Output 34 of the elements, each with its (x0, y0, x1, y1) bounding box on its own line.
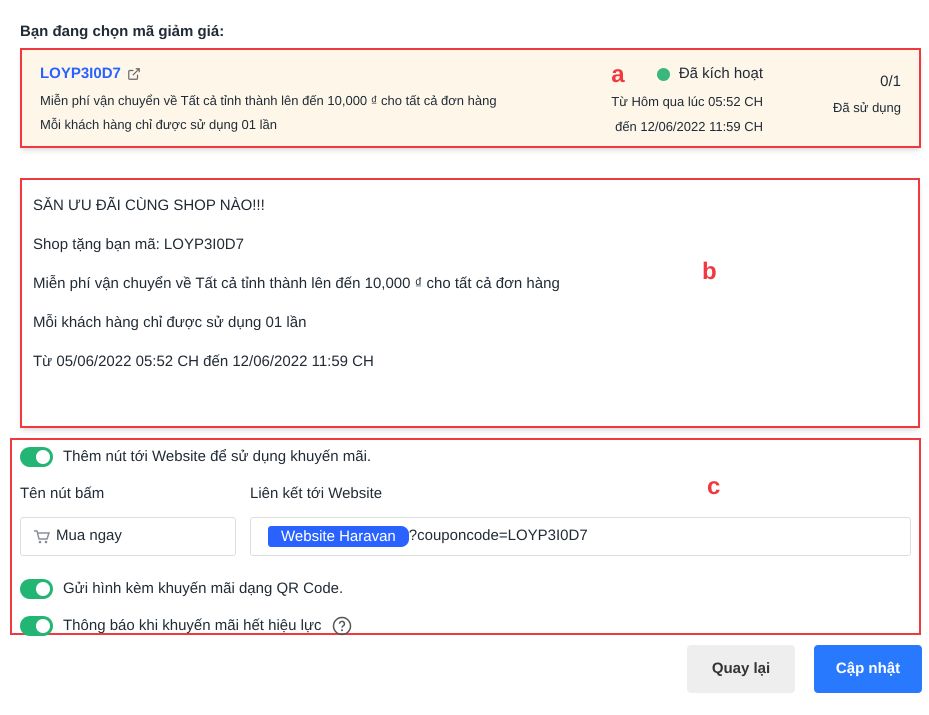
valid-from-text: Từ Hôm qua lúc 05:52 CH (611, 92, 764, 111)
back-button[interactable]: Quay lại (687, 645, 795, 693)
coupon-code-link[interactable]: LOYP3I0D7 (40, 63, 121, 86)
message-line: SĂN ƯU ĐÃI CÙNG SHOP NÀO!!! (33, 196, 266, 216)
message-line: Từ 05/06/2022 05:52 CH đến 12/06/2022 11:59 CH (33, 352, 375, 372)
usage-count: 0/1 (880, 72, 901, 92)
update-button[interactable]: Cập nhật (814, 645, 922, 693)
toggle-switch[interactable] (20, 616, 53, 636)
external-link-icon (126, 67, 141, 82)
message-line: Shop tặng bạn mã: LOYP3I0D7 (33, 235, 245, 255)
annotation-label: c (707, 475, 720, 499)
button-name-field[interactable]: Mua ngay (20, 517, 236, 556)
usage-label: Đã sử dụng (833, 98, 901, 117)
message-line: Mỗi khách hàng chỉ được sử dụng 01 lần (33, 313, 308, 333)
help-icon[interactable] (332, 616, 352, 636)
section-heading: Bạn đang chọn mã giảm giá: (20, 22, 224, 42)
annotation-label: a (611, 63, 625, 87)
link-suffix: ?couponcode=LOYP3I0D7 (408, 526, 588, 546)
status-text: Đã kích hoạt (678, 64, 764, 84)
toggle-label: Gửi hình kèm khuyến mãi dạng QR Code. (63, 579, 344, 599)
toggle-switch[interactable] (20, 447, 53, 468)
valid-to-text: đến 12/06/2022 11:59 CH (615, 118, 764, 136)
toggle-label: Thêm nút tới Website để sử dụng khuyến mãi. (63, 447, 372, 467)
field-label: Liên kết tới Website (250, 484, 382, 504)
toggle-switch[interactable] (20, 579, 53, 600)
message-line: Miễn phí vận chuyển về Tất cả tỉnh thành lên đến 10,000 ₫ cho tất cả đơn hàng (33, 274, 561, 294)
website-tag: Website Haravan (268, 526, 409, 547)
website-link-field[interactable]: Website Haravan ?couponcode=LOYP3I0D7 (250, 517, 911, 556)
annotation-label: b (702, 260, 717, 284)
coupon-description: Miễn phí vận chuyển về Tất cả tỉnh thành lên đến 10,000 ₫ cho tất cả đơn hàng (40, 92, 498, 110)
cart-icon (34, 530, 50, 544)
coupon-description: Mỗi khách hàng chỉ được sử dụng 01 lần (40, 116, 278, 134)
toggle-label: Thông báo khi khuyến mãi hết hiệu lực (63, 616, 322, 636)
field-label: Tên nút bấm (20, 484, 106, 504)
